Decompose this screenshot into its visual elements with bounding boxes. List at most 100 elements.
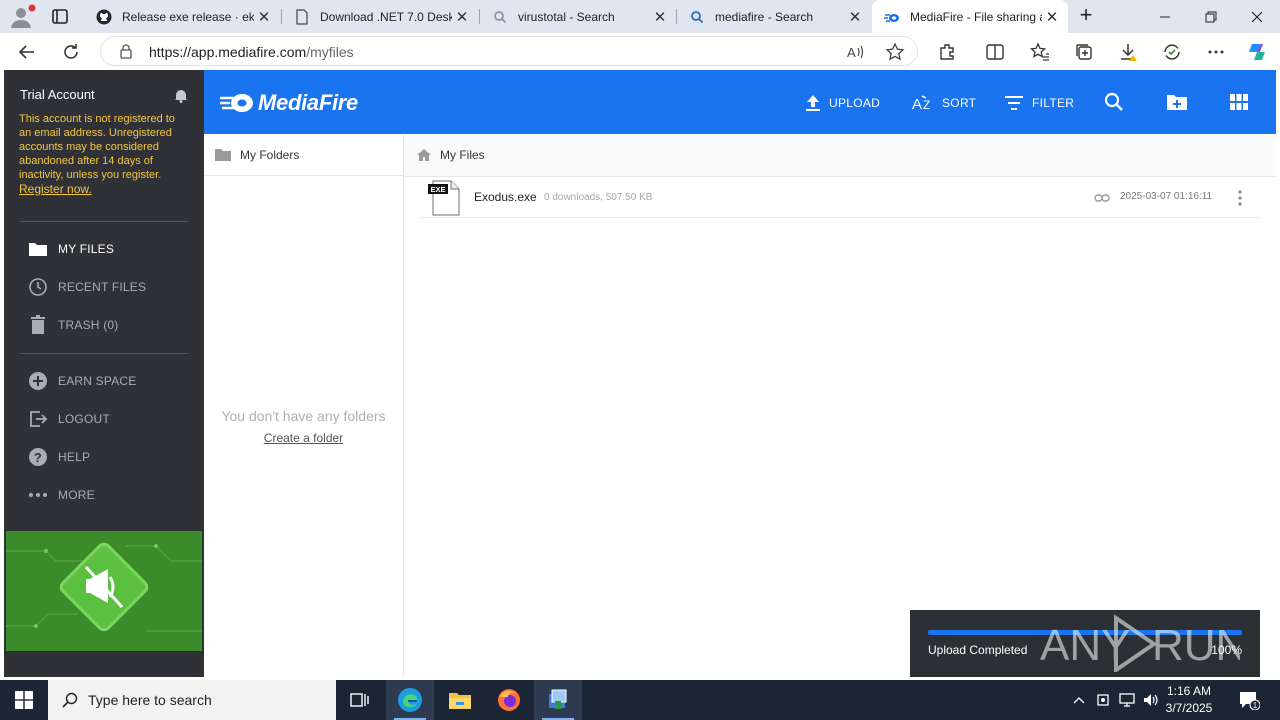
show-hidden-icons-icon[interactable]: [1068, 680, 1090, 720]
promo-banner[interactable]: [6, 531, 202, 651]
svg-text:A: A: [912, 96, 922, 112]
tab-github[interactable]: Release exe release · ek4c ✕: [84, 0, 280, 33]
sidebar-item-earn-space[interactable]: EARN SPACE: [26, 369, 136, 393]
url-path: /myfiles: [306, 44, 354, 60]
tab-label: MediaFire - File sharing a: [910, 9, 1042, 24]
tab-mediafire-search[interactable]: mediafire - Search ✕: [677, 0, 871, 33]
upload-button[interactable]: UPLOAD: [805, 90, 880, 116]
edge-taskbar-icon[interactable]: [386, 680, 434, 720]
filter-icon: [1004, 95, 1024, 111]
notifications-icon[interactable]: 1: [1234, 680, 1264, 720]
tab-label: Download .NET 7.0 Deskt: [320, 9, 452, 24]
extensions-icon[interactable]: [936, 41, 958, 63]
task-view-icon[interactable]: [336, 680, 384, 720]
file-row[interactable]: EXE Exodus.exe 0 downloads, 507.50 KB 20…: [418, 177, 1262, 218]
sidebar-item-label: EARN SPACE: [58, 374, 137, 388]
home-icon[interactable]: [416, 148, 432, 162]
filter-button[interactable]: FILTER: [1004, 90, 1074, 116]
sidebar-divider: [20, 221, 188, 222]
search-icon[interactable]: [1102, 90, 1126, 114]
app-installer-icon[interactable]: [534, 680, 582, 720]
my-folders-header[interactable]: My Folders: [204, 134, 403, 176]
taskbar-search-placeholder: Type here to search: [88, 692, 212, 708]
collections-icon[interactable]: [1073, 41, 1095, 63]
restore-button[interactable]: [1188, 0, 1234, 33]
sidebar-item-label: RECENT FILES: [58, 280, 147, 294]
tab-mediafire-active[interactable]: MediaFire - File sharing a ✕: [872, 0, 1068, 33]
unregistered-warning: This account is not registered to an ema…: [19, 112, 179, 197]
sort-button[interactable]: AZ SORT: [912, 90, 976, 116]
mediafire-logo[interactable]: MediaFire: [220, 90, 358, 116]
taskbar-search-box[interactable]: Type here to search: [48, 680, 336, 720]
refresh-button[interactable]: [58, 39, 84, 65]
close-tab-icon[interactable]: ✕: [650, 7, 670, 27]
page-icon: [294, 8, 310, 25]
minimize-button[interactable]: [1142, 0, 1188, 33]
tab-virustotal-search[interactable]: virustotal - Search ✕: [480, 0, 676, 33]
sidebar-item-label: MORE: [58, 488, 95, 502]
address-bar-row: https://app.mediafire.com/myfiles A: [0, 33, 1280, 70]
create-folder-link[interactable]: Create a folder: [204, 431, 403, 445]
link-icon[interactable]: [1094, 192, 1110, 204]
mediafire-logo-icon: [220, 94, 253, 112]
downloads-icon[interactable]: [1117, 41, 1139, 63]
file-options-icon[interactable]: [1236, 189, 1244, 207]
url-host: https://app.mediafire.com: [149, 44, 307, 60]
back-button[interactable]: [14, 39, 40, 65]
svg-text:?: ?: [34, 450, 42, 465]
new-folder-icon[interactable]: [1165, 90, 1189, 114]
sidebar-item-trash[interactable]: TRASH (0): [26, 313, 118, 337]
favorites-icon[interactable]: [1029, 41, 1051, 63]
file-name[interactable]: Exodus.exe: [474, 190, 537, 204]
url-input[interactable]: https://app.mediafire.com/myfiles A: [100, 36, 918, 66]
windows-logo-icon: [15, 691, 33, 709]
close-tab-icon[interactable]: ✕: [845, 7, 865, 27]
taskbar-clock[interactable]: 1:16 AM 3/7/2025: [1158, 683, 1220, 717]
start-button[interactable]: [0, 680, 48, 720]
tab-dotnet[interactable]: Download .NET 7.0 Deskt ✕: [282, 0, 478, 33]
upload-label: UPLOAD: [829, 96, 881, 110]
clock-date: 3/7/2025: [1165, 701, 1213, 715]
file-type-badge: EXE: [430, 185, 445, 194]
sidebar-item-label: MY FILES: [58, 242, 115, 256]
notification-count: 1: [1253, 701, 1258, 710]
clock-icon: [26, 277, 50, 297]
sidebar-item-logout[interactable]: LOGOUT: [26, 407, 110, 431]
browser-essentials-icon[interactable]: [1161, 41, 1183, 63]
close-tab-icon[interactable]: ✕: [1042, 7, 1062, 27]
breadcrumb-my-files[interactable]: My Files: [440, 148, 485, 162]
tab-actions-icon[interactable]: [48, 6, 72, 28]
profile-icon[interactable]: [8, 4, 36, 30]
svg-text:Z: Z: [923, 98, 931, 112]
sidebar-item-recent-files[interactable]: RECENT FILES: [26, 275, 146, 299]
close-window-button[interactable]: [1234, 0, 1280, 33]
settings-more-icon[interactable]: [1205, 41, 1227, 63]
new-tab-button[interactable]: +: [1074, 4, 1098, 27]
close-tab-icon[interactable]: ✕: [452, 7, 472, 27]
mediafire-icon: [884, 9, 900, 25]
close-tab-icon[interactable]: ✕: [254, 7, 274, 27]
folders-panel: My Folders You don't have any folders Cr…: [204, 134, 404, 677]
empty-folders-text: You don't have any folders: [221, 408, 386, 424]
file-date: 2025-03-07 01:16:11: [1120, 191, 1213, 202]
bell-icon[interactable]: [174, 88, 188, 103]
browser-tab-bar: Release exe release · ek4c ✕ Download .N…: [0, 0, 1280, 33]
sidebar-item-more[interactable]: MORE: [26, 483, 95, 507]
file-explorer-icon[interactable]: [436, 680, 484, 720]
split-screen-icon[interactable]: [984, 41, 1006, 63]
sort-label: SORT: [942, 96, 977, 110]
lock-icon[interactable]: [119, 44, 133, 59]
grid-view-icon[interactable]: [1227, 90, 1251, 114]
sidebar-item-my-files[interactable]: MY FILES: [26, 237, 114, 261]
sidebar-item-help[interactable]: ? HELP: [26, 445, 90, 469]
favorite-star-icon[interactable]: [885, 42, 905, 62]
firefox-icon[interactable]: [485, 680, 533, 720]
github-icon: [96, 9, 112, 25]
security-tray-icon[interactable]: [1092, 680, 1114, 720]
svg-text:RUN: RUN: [1152, 621, 1240, 670]
network-icon[interactable]: [1116, 680, 1138, 720]
register-link[interactable]: Register now.: [19, 182, 92, 196]
read-aloud-icon[interactable]: A: [845, 42, 865, 62]
copilot-icon[interactable]: [1246, 41, 1268, 63]
search-icon: [492, 9, 508, 25]
